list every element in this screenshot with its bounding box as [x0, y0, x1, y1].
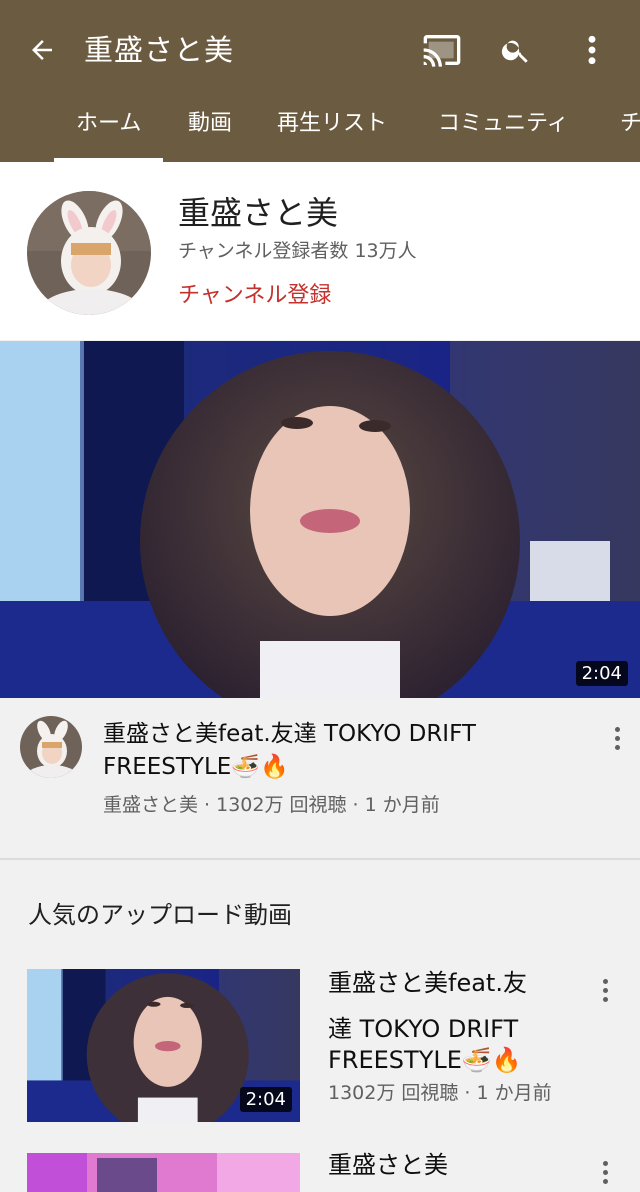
more-vert-icon[interactable] [593, 1152, 617, 1192]
app-header: 重盛さと美 ホーム 動画 再生リスト コミュニティ チ [0, 0, 640, 162]
video-title[interactable]: FREESTYLE🍜🔥 [328, 1045, 578, 1076]
video-duration: 2:04 [575, 661, 628, 686]
more-vert-icon[interactable] [593, 970, 617, 1010]
featured-video-title[interactable]: 重盛さと美feat.友達 TOKYO DRIFT FREESTYLE🍜🔥 [103, 718, 553, 784]
video-thumbnail[interactable]: 2:04 [27, 969, 300, 1122]
video-meta: 1302万 回視聴 · 1 か月前 [328, 1082, 552, 1104]
video-title[interactable]: 重盛さと美feat.友 [328, 968, 578, 999]
featured-video-meta: 重盛さと美 · 1302万 回視聴 · 1 か月前 [103, 794, 440, 816]
search-icon [501, 40, 528, 63]
more-vert-icon[interactable] [605, 718, 629, 758]
featured-video-info[interactable]: 重盛さと美feat.友達 TOKYO DRIFT FREESTYLE🍜🔥 重盛さ… [0, 698, 640, 858]
cast-icon [423, 35, 461, 67]
subscriber-count: チャンネル登録者数 13万人 [178, 240, 417, 262]
tab-channels[interactable]: チ [620, 98, 640, 162]
channel-name: 重盛さと美 [178, 194, 339, 232]
tab-playlists[interactable]: 再生リスト [277, 98, 387, 162]
subscribe-button[interactable]: チャンネル登録 [178, 277, 331, 309]
back-button[interactable] [20, 28, 64, 72]
list-item[interactable]: 2:04 重盛さと美feat.友 達 TOKYO DRIFT FREESTYLE… [0, 968, 640, 1126]
channel-title: 重盛さと美 [84, 33, 235, 67]
list-item[interactable]: 重盛さと美 [0, 1150, 640, 1192]
more-vert-icon [588, 35, 596, 65]
more-options-button[interactable] [572, 28, 612, 72]
arrow-left-icon [32, 40, 52, 60]
channel-avatar-small[interactable] [20, 716, 82, 778]
section-divider [0, 858, 640, 860]
video-title[interactable]: 達 TOKYO DRIFT [328, 1014, 578, 1045]
cast-button[interactable] [418, 28, 466, 72]
tab-community[interactable]: コミュニティ [438, 98, 569, 162]
video-thumbnail[interactable] [27, 1153, 300, 1192]
search-button[interactable] [494, 28, 538, 72]
popular-uploads-heading: 人気のアップロード動画 [28, 901, 292, 929]
featured-video-thumbnail[interactable]: 2:04 [0, 341, 640, 698]
video-title[interactable]: 重盛さと美 [328, 1150, 578, 1181]
channel-info: 重盛さと美 チャンネル登録者数 13万人 チャンネル登録 [0, 162, 640, 340]
channel-tabs: ホーム 動画 再生リスト コミュニティ チ [0, 98, 640, 162]
channel-avatar[interactable] [27, 191, 151, 315]
tab-videos[interactable]: 動画 [188, 98, 232, 162]
tab-home[interactable]: ホーム [53, 98, 164, 162]
video-duration: 2:04 [239, 1087, 292, 1112]
